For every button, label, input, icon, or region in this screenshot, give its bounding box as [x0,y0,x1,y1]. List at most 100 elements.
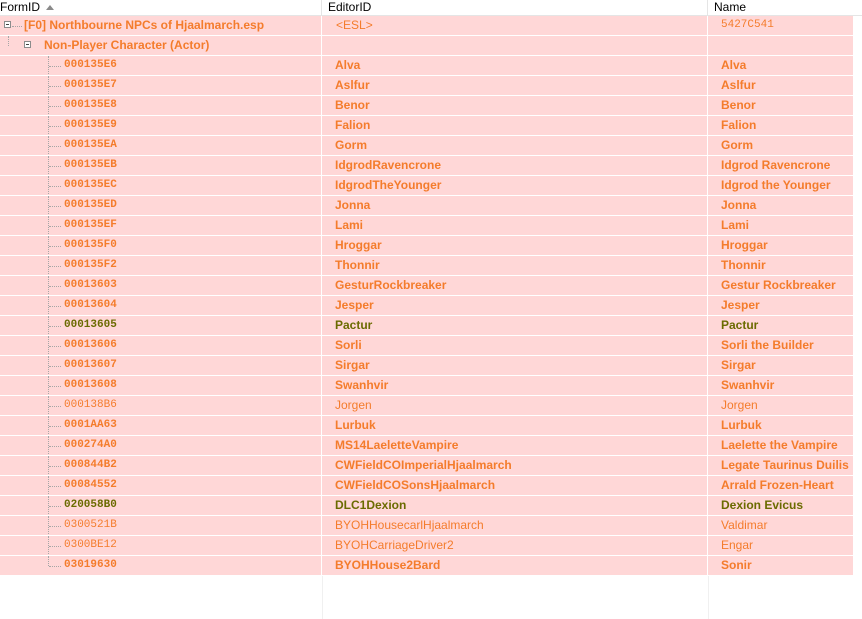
file-row[interactable]: [F0] Northbourne NPCs of Hjaalmarch.esp … [0,16,853,36]
column-header-editorid[interactable]: EditorID [322,0,708,16]
tree-connector [49,226,61,227]
formid-cell: 000135F2 [0,256,322,275]
formid-cell: 00084552 [0,476,322,495]
column-header-name[interactable]: Name [708,0,862,16]
editorid-cell: DLC1Dexion [322,496,708,515]
record-row[interactable]: 000274A0 MS14LaeletteVampire Laelette the … [0,436,853,456]
formid-text: 00013606 [64,339,117,351]
formid-cell: 00013607 [0,356,322,375]
formid-cell: 000135F0 [0,236,322,255]
record-row[interactable]: 000135E7 Aslfur Aslfur [0,76,853,96]
formid-text: 000135F0 [64,239,117,251]
formid-cell: 000135ED [0,196,322,215]
formid-text: 000135E9 [64,119,117,131]
name-cell: Gestur Rockbreaker [721,278,836,292]
name-cell: Idgrod Ravencrone [721,158,831,172]
record-row[interactable]: 000135EC IdgrodTheYounger Idgrod the Young… [0,176,853,196]
record-row[interactable]: 000138B6 Jorgen Jorgen [0,396,853,416]
record-row[interactable]: 000135F2 Thonnir Thonnir [0,256,853,276]
tree-connector [49,166,61,167]
editorid-cell: CWFieldCOSonsHjaalmarch [322,476,708,495]
vertical-scroll-area[interactable] [853,16,862,619]
formid-cell: 000274A0 [0,436,322,455]
name-cell: Alva [721,58,747,72]
formid-text: 000135ED [64,199,117,211]
formid-cell: 000135E7 [0,76,322,95]
file-editorid-cell: <ESL> [322,16,708,35]
collapse-minus-icon[interactable] [24,41,31,48]
tree-connector [49,186,61,187]
record-row[interactable]: 03019630 BYOHHouse2Bard Sonir [0,556,853,576]
record-row[interactable]: 000135EF Lami Lami [0,216,853,236]
record-row[interactable]: 000135E6 Alva Alva [0,56,853,76]
record-row[interactable]: 000135E8 Benor Benor [0,96,853,116]
formid-cell: 000135E8 [0,96,322,115]
tree-connector [49,126,61,127]
formid-cell: 00013603 [0,276,322,295]
formid-text: 000135EB [64,159,117,171]
name-cell: Jonna [721,198,757,212]
formid-text: 000135E7 [64,79,117,91]
tree-connector [49,526,61,527]
formid-cell: 020058B0 [0,496,322,515]
record-row[interactable]: 0300521B BYOHHousecarlHjaalmarch Valdimar [0,516,853,536]
column-header-formid-label: FormID [0,0,40,14]
group-name-cell [708,36,853,55]
record-row[interactable]: 000135F0 Hroggar Hroggar [0,236,853,256]
record-row[interactable]: 000135EA Gorm Gorm [0,136,853,156]
editorid-cell: GesturRockbreaker [322,276,708,295]
record-row[interactable]: 0300BE12 BYOHCarriageDriver2 Engar [0,536,853,556]
record-row[interactable]: 000135E9 Falion Falion [0,116,853,136]
record-row[interactable]: 00013605 Pactur Pactur [0,316,853,336]
record-row[interactable]: 00013607 Sirgar Sirgar [0,356,853,376]
editorid-cell: Lami [322,216,708,235]
column-header-formid[interactable]: FormID [0,0,322,16]
record-row[interactable]: 020058B0 DLC1Dexion Dexion Evicus [0,496,853,516]
editorid-cell: Lurbuk [322,416,708,435]
formid-text: 000135EF [64,219,117,231]
formid-cell: 000135E9 [0,116,322,135]
name-cell: Hroggar [721,238,768,252]
record-row[interactable]: 0001AA63 Lurbuk Lurbuk [0,416,853,436]
tree-connector [48,556,49,566]
group-row[interactable]: Non-Player Character (Actor) [0,36,853,56]
tree-connector [49,506,61,507]
formid-cell: 00013604 [0,296,322,315]
formid-text: 000135E8 [64,99,117,111]
editorid-cell: Jesper [322,296,708,315]
record-row[interactable]: 00013608 Swanhvir Swanhvir [0,376,853,396]
record-row[interactable]: 000844B2 CWFieldCOImperialHjaalmarch Legat… [0,456,853,476]
record-row[interactable]: 00013606 Sorli Sorli the Builder [0,336,853,356]
name-cell: Jesper [721,298,760,312]
editorid-cell: MS14LaeletteVampire [322,436,708,455]
formid-cell: 0300BE12 [0,536,322,555]
name-cell: Benor [721,98,756,112]
column-divider [708,576,709,619]
name-cell: Lami [721,218,750,232]
name-cell: Jorgen [721,398,758,412]
tree-connector [12,26,22,27]
name-cell: Sirgar [721,358,756,372]
record-row[interactable]: 000135EB IdgrodRavencrone Idgrod Ravencron… [0,156,853,176]
name-cell: Idgrod the Younger [721,178,831,192]
record-row[interactable]: 00013604 Jesper Jesper [0,296,853,316]
editorid-cell: IdgrodTheYounger [322,176,708,195]
record-row[interactable]: 000135ED Jonna Jonna [0,196,853,216]
formid-cell: 000138B6 [0,396,322,415]
group-editorid-cell [322,36,708,55]
formid-text: 00013604 [64,299,117,311]
editorid-cell: Benor [322,96,708,115]
formid-text: 00013605 [64,319,117,331]
formid-text: 00013607 [64,359,117,371]
tree-connector [49,286,61,287]
tree-connector [8,36,9,46]
name-cell: Thonnir [721,258,766,272]
collapse-minus-icon[interactable] [4,21,11,28]
editorid-cell: Aslfur [322,76,708,95]
formid-text: 000138B6 [64,399,117,411]
group-label-cell: Non-Player Character (Actor) [0,36,322,55]
record-row[interactable]: 00084552 CWFieldCOSonsHjaalmarch Arrald Fr… [0,476,853,496]
record-row[interactable]: 00013603 GesturRockbreaker Gestur Rockbrea… [0,276,853,296]
tree-connector [49,86,61,87]
formid-text: 0300521B [64,519,117,531]
